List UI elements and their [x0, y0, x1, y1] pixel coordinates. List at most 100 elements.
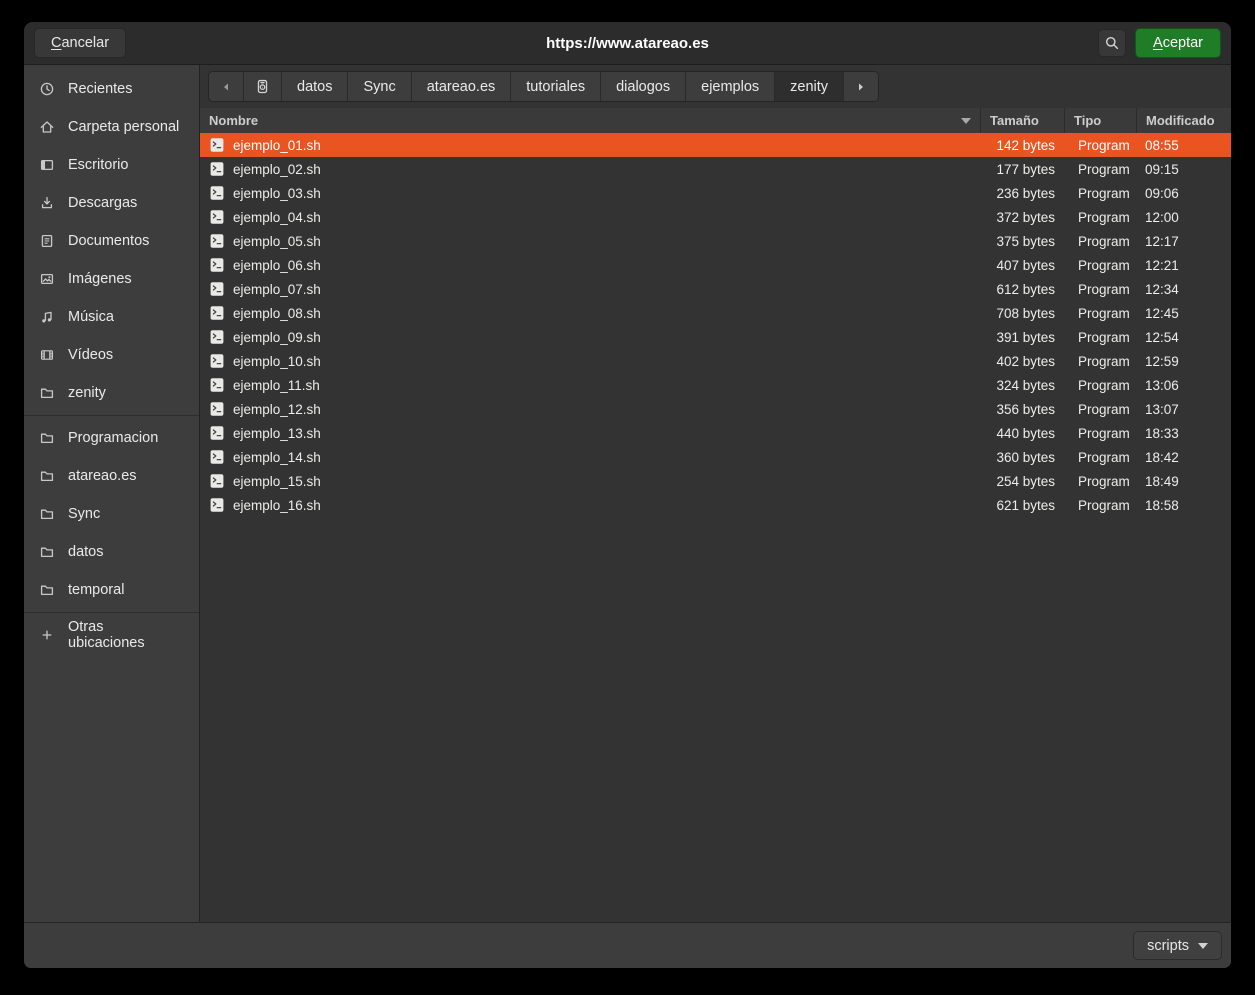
sidebar-item-atareao-es[interactable]: atareao.es [24, 457, 199, 495]
caret-down-icon [1198, 943, 1208, 949]
file-name-cell: ejemplo_05.sh [200, 233, 980, 249]
sidebar-item-imagenes[interactable]: Imágenes [24, 260, 199, 298]
table-row[interactable]: ejemplo_10.sh 402 bytes Program 12:59 [200, 349, 1231, 373]
path-scroll-left-button[interactable] [209, 72, 244, 101]
sidebar-item-label: Sync [68, 506, 100, 522]
sidebar-item-documentos[interactable]: Documentos [24, 222, 199, 260]
column-header-type[interactable]: Tipo [1064, 108, 1136, 133]
column-header-modified[interactable]: Modificado [1136, 108, 1231, 133]
column-header-size[interactable]: Tamaño [980, 108, 1064, 133]
breadcrumb-dialogos[interactable]: dialogos [601, 72, 686, 101]
sidebar-item-label: Programacion [68, 430, 158, 446]
file-size: 402 bytes [980, 354, 1064, 369]
table-row[interactable]: ejemplo_03.sh 236 bytes Program 09:06 [200, 181, 1231, 205]
file-modified: 12:17 [1136, 234, 1231, 249]
file-name: ejemplo_14.sh [233, 450, 321, 465]
sidebar-item-musica[interactable]: Música [24, 298, 199, 336]
sidebar-item-temporal[interactable]: temporal [24, 571, 199, 609]
table-row[interactable]: ejemplo_15.sh 254 bytes Program 18:49 [200, 469, 1231, 493]
file-size: 407 bytes [980, 258, 1064, 273]
film-icon [39, 347, 55, 363]
file-type: Program [1064, 258, 1136, 273]
table-row[interactable]: ejemplo_12.sh 356 bytes Program 13:07 [200, 397, 1231, 421]
path-scroll-right-button[interactable] [844, 72, 878, 101]
breadcrumb-ejemplos[interactable]: ejemplos [686, 72, 775, 101]
file-name: ejemplo_09.sh [233, 330, 321, 345]
table-row[interactable]: ejemplo_16.sh 621 bytes Program 18:58 [200, 493, 1231, 517]
table-row[interactable]: ejemplo_06.sh 407 bytes Program 12:21 [200, 253, 1231, 277]
drive-icon [254, 78, 271, 95]
sidebar-item-programacion[interactable]: Programacion [24, 419, 199, 457]
sidebar-item-descargas[interactable]: Descargas [24, 184, 199, 222]
table-row[interactable]: ejemplo_14.sh 360 bytes Program 18:42 [200, 445, 1231, 469]
file-size: 324 bytes [980, 378, 1064, 393]
file-modified: 09:15 [1136, 162, 1231, 177]
table-row[interactable]: ejemplo_01.sh 142 bytes Program 08:55 [200, 133, 1231, 157]
table-row[interactable]: ejemplo_04.sh 372 bytes Program 12:00 [200, 205, 1231, 229]
script-file-icon [209, 137, 225, 153]
search-button[interactable] [1098, 29, 1126, 57]
table-row[interactable]: ejemplo_08.sh 708 bytes Program 12:45 [200, 301, 1231, 325]
table-row[interactable]: ejemplo_11.sh 324 bytes Program 13:06 [200, 373, 1231, 397]
file-type: Program [1064, 138, 1136, 153]
sidebar-item-label: Recientes [68, 81, 132, 97]
table-row[interactable]: ejemplo_05.sh 375 bytes Program 12:17 [200, 229, 1231, 253]
script-file-icon [209, 329, 225, 345]
file-name: ejemplo_05.sh [233, 234, 321, 249]
sidebar-item-label: Descargas [68, 195, 137, 211]
file-name-cell: ejemplo_08.sh [200, 305, 980, 321]
path-root-drive-button[interactable] [244, 72, 282, 101]
breadcrumb-datos[interactable]: datos [282, 72, 348, 101]
magnifier-icon [1104, 35, 1120, 51]
file-name: ejemplo_10.sh [233, 354, 321, 369]
chevron-left-icon [220, 81, 232, 93]
column-header-name[interactable]: Nombre [200, 108, 980, 133]
cancel-button[interactable]: Cancelar [34, 28, 126, 58]
sidebar-item-otras-ubicaciones[interactable]: Otras ubicaciones [24, 616, 199, 654]
sidebar-item-carpeta-personal[interactable]: Carpeta personal [24, 108, 199, 146]
file-chooser-dialog: https://www.atareao.es Cancelar Aceptar … [24, 22, 1231, 968]
table-row[interactable]: ejemplo_13.sh 440 bytes Program 18:33 [200, 421, 1231, 445]
folder-icon [39, 582, 55, 598]
folder-icon [39, 544, 55, 560]
file-name-cell: ejemplo_14.sh [200, 449, 980, 465]
file-name: ejemplo_15.sh [233, 474, 321, 489]
document-icon [39, 233, 55, 249]
file-type: Program [1064, 330, 1136, 345]
table-row[interactable]: ejemplo_02.sh 177 bytes Program 09:15 [200, 157, 1231, 181]
file-type: Program [1064, 474, 1136, 489]
sidebar-item-escritorio[interactable]: Escritorio [24, 146, 199, 184]
file-name: ejemplo_06.sh [233, 258, 321, 273]
file-name-cell: ejemplo_16.sh [200, 497, 980, 513]
accept-button[interactable]: Aceptar [1135, 28, 1221, 58]
breadcrumb-atareao-es[interactable]: atareao.es [412, 72, 512, 101]
cancel-label-rest: ancelar [61, 35, 109, 51]
file-size: 372 bytes [980, 210, 1064, 225]
file-name-cell: ejemplo_12.sh [200, 401, 980, 417]
file-size: 621 bytes [980, 498, 1064, 513]
sidebar-item-datos[interactable]: datos [24, 533, 199, 571]
file-filter-dropdown[interactable]: scripts [1133, 931, 1222, 960]
chevron-right-icon [855, 81, 867, 93]
file-name: ejemplo_01.sh [233, 138, 321, 153]
file-modified: 12:45 [1136, 306, 1231, 321]
file-name-cell: ejemplo_01.sh [200, 137, 980, 153]
file-type: Program [1064, 378, 1136, 393]
file-type: Program [1064, 234, 1136, 249]
file-name: ejemplo_03.sh [233, 186, 321, 201]
sidebar-item-label: Escritorio [68, 157, 128, 173]
sidebar-item-zenity[interactable]: zenity [24, 374, 199, 412]
download-icon [39, 195, 55, 211]
sidebar-item-recientes[interactable]: Recientes [24, 70, 199, 108]
file-type: Program [1064, 450, 1136, 465]
sidebar-item-videos[interactable]: Vídeos [24, 336, 199, 374]
breadcrumb-zenity[interactable]: zenity [775, 72, 844, 101]
breadcrumb-tutoriales[interactable]: tutoriales [511, 72, 601, 101]
table-row[interactable]: ejemplo_07.sh 612 bytes Program 12:34 [200, 277, 1231, 301]
file-name-cell: ejemplo_04.sh [200, 209, 980, 225]
sidebar-item-sync[interactable]: Sync [24, 495, 199, 533]
table-row[interactable]: ejemplo_09.sh 391 bytes Program 12:54 [200, 325, 1231, 349]
content-area: datos Sync atareao.es tutoriales dialogo… [200, 65, 1231, 922]
music-note-icon [39, 309, 55, 325]
breadcrumb-sync[interactable]: Sync [348, 72, 411, 101]
